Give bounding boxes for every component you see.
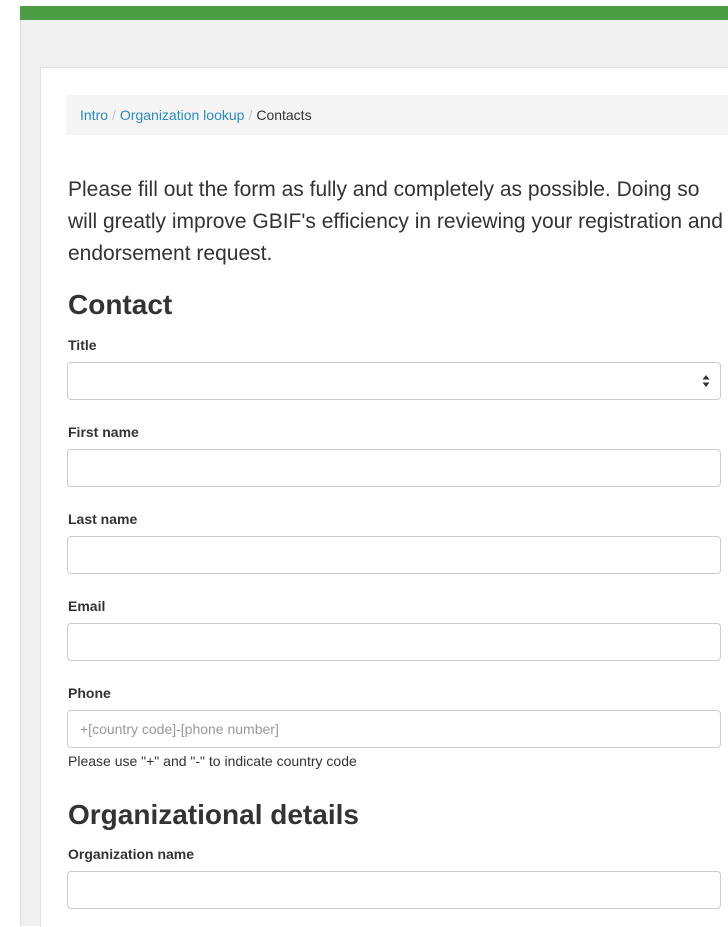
last-name-label: Last name	[68, 511, 138, 527]
email-label: Email	[68, 598, 106, 614]
breadcrumb: Intro / Organization lookup / Contacts	[66, 95, 728, 135]
intro-text: Please fill out the form as fully and co…	[68, 178, 723, 265]
phone-input[interactable]	[67, 710, 721, 748]
title-label: Title	[68, 337, 97, 353]
organizational-details-heading: Organizational details	[68, 799, 359, 830]
first-name-input[interactable]	[67, 449, 721, 487]
breadcrumb-link-organization-lookup[interactable]: Organization lookup	[120, 107, 245, 123]
phone-label: Phone	[68, 685, 111, 701]
email-input[interactable]	[67, 623, 721, 661]
organization-name-label: Organization name	[68, 846, 195, 862]
first-name-label: First name	[68, 424, 139, 440]
contact-heading: Contact	[68, 289, 173, 320]
select-arrows-icon	[702, 375, 710, 387]
title-select[interactable]	[67, 362, 721, 400]
breadcrumb-current: Contacts	[256, 107, 312, 123]
breadcrumb-separator: /	[248, 107, 253, 123]
last-name-input[interactable]	[67, 536, 721, 574]
organization-name-input[interactable]	[67, 871, 721, 909]
top-margin	[0, 0, 728, 4]
header-accent-bar	[20, 6, 728, 20]
phone-help-text: Please use "+" and "-" to indicate count…	[68, 753, 357, 769]
breadcrumb-link-intro[interactable]: Intro	[80, 107, 108, 123]
breadcrumb-separator: /	[112, 107, 116, 123]
